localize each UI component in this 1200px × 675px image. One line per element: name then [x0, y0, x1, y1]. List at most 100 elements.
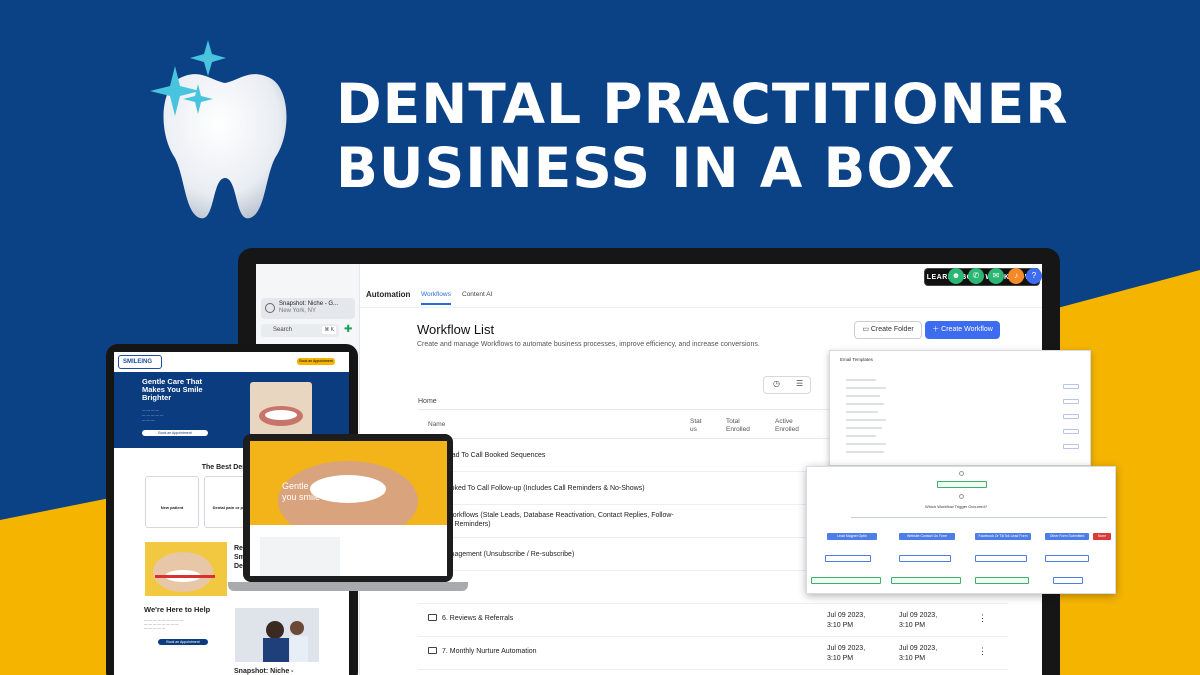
- row-created: Jul 09 2023, 3:10 PM: [827, 612, 866, 629]
- tab-content-ai[interactable]: Content AI: [462, 291, 492, 298]
- help-paragraph: — — — — — — — — — — — — — — — — — — — — — …: [144, 618, 184, 630]
- folder-icon: [428, 614, 437, 621]
- promo-banner: DENTAL PRACTITIONER BUSINESS IN A BOX Sn…: [0, 0, 1200, 675]
- action-node[interactable]: [1045, 555, 1089, 562]
- template-row: [846, 451, 884, 453]
- location-icon: [265, 303, 275, 313]
- template-action-button[interactable]: [1063, 414, 1079, 419]
- action-node[interactable]: [825, 555, 871, 562]
- folder-icon: [428, 647, 437, 654]
- users-icon[interactable]: ☻: [948, 268, 964, 284]
- email-templates-card: Email Templates: [829, 350, 1091, 466]
- search-shortcut: ⌘ K: [322, 326, 336, 334]
- search-input[interactable]: Search ⌘ K: [261, 324, 339, 337]
- create-workflow-button[interactable]: ＋ Create Workflow: [925, 321, 1000, 339]
- template-row: [846, 435, 876, 437]
- hero-subtitle: — — — — — — — — — — — —: [142, 408, 164, 422]
- add-node-icon[interactable]: [959, 494, 964, 499]
- trigger-question: Which Workflow Trigger Occurred?: [925, 504, 987, 509]
- bell-icon[interactable]: ♪: [1008, 268, 1024, 284]
- create-folder-button[interactable]: ▭ Create Folder: [854, 321, 922, 339]
- smile-photo: [250, 382, 312, 436]
- clock-icon[interactable]: ◷: [773, 379, 780, 388]
- add-node-icon[interactable]: [959, 471, 964, 476]
- hero-book-button[interactable]: Book an Appointment: [142, 430, 208, 436]
- template-action-button[interactable]: [1063, 429, 1079, 434]
- snapshot-caption: Snapshot: Niche -: [234, 668, 294, 675]
- phone-icon[interactable]: ✆: [968, 268, 984, 284]
- notification-node[interactable]: [811, 577, 881, 584]
- template-action-button[interactable]: [1063, 384, 1079, 389]
- action-node[interactable]: [899, 555, 951, 562]
- branch-head[interactable]: Other Form Submitted: [1045, 533, 1089, 540]
- laptop-hero: Gentle care that makes you smile brighte…: [250, 441, 447, 525]
- workflow-builder-card: Which Workflow Trigger Occurred? Lead Ma…: [806, 466, 1116, 594]
- email-templates-title: Email Templates: [840, 357, 873, 362]
- row-name: Misc. Workflows (Stale Leads, Database R…: [428, 512, 674, 528]
- branch-head[interactable]: Website Contact Us Form: [899, 533, 955, 540]
- template-action-button[interactable]: [1063, 399, 1079, 404]
- branch-head[interactable]: Facebook Or TikTok Lead Form: [975, 533, 1031, 540]
- quick-add-icon[interactable]: ✚: [344, 324, 352, 336]
- snapshot-location: New York, NY: [279, 308, 317, 314]
- header-book-button[interactable]: Book an Appointment: [297, 358, 335, 365]
- card-title: New patient: [160, 505, 184, 510]
- notification-node[interactable]: [891, 577, 961, 584]
- template-action-button[interactable]: [1063, 444, 1079, 449]
- snapshot-switcher[interactable]: Snapshot: Niche - G... New York, NY: [261, 298, 355, 319]
- table-row[interactable]: 6. Reviews & Referrals Jul 09 2023, 3:10…: [418, 604, 1008, 637]
- service-card[interactable]: New patient: [145, 476, 199, 528]
- more-icon[interactable]: ⋮: [978, 646, 987, 657]
- create-folder-label: Create Folder: [870, 326, 914, 333]
- top-bar: LEARN ABOUT WORKFLOWS: [360, 264, 1042, 290]
- branch-none[interactable]: None: [1093, 533, 1111, 540]
- page-description: Create and manage Workflows to automate …: [417, 341, 760, 348]
- template-row: [846, 411, 878, 413]
- template-row: [846, 379, 876, 381]
- list-icon[interactable]: ☰: [796, 379, 803, 388]
- laptop-base: [228, 582, 468, 591]
- row-name: Call Booked To Call Follow-up (Includes …: [428, 485, 645, 492]
- col-name[interactable]: Name: [428, 421, 445, 429]
- template-row: [846, 395, 880, 397]
- help-heading: We're Here to Help: [144, 605, 211, 614]
- row-created: Jul 09 2023, 3:10 PM: [827, 645, 866, 662]
- action-node[interactable]: [975, 555, 1027, 562]
- row-name: 6. Reviews & Referrals: [442, 615, 514, 622]
- headline-line-1: DENTAL PRACTITIONER: [336, 72, 1069, 136]
- row-updated: Jul 09 2023, 3:10 PM: [899, 645, 938, 662]
- hero-title: Gentle Care That Makes You Smile Brighte…: [142, 377, 203, 402]
- section-title: Automation: [366, 290, 411, 299]
- template-row: [846, 427, 882, 429]
- row-updated: Jul 09 2023, 3:10 PM: [899, 612, 938, 629]
- row-name: 7. Monthly Nurture Automation: [442, 648, 537, 655]
- laptop-hero-text: Gentle care that makes you smile brighte…: [282, 481, 376, 502]
- goto-node[interactable]: [1053, 577, 1083, 584]
- branch-head[interactable]: Lead Magnet Optin: [827, 533, 877, 540]
- col-active-enrolled[interactable]: Active Enrolled: [775, 418, 805, 434]
- more-icon[interactable]: ⋮: [978, 613, 987, 624]
- site-header: SMILEING Book an Appointment: [114, 352, 349, 372]
- view-toggle[interactable]: ◷ ☰: [763, 376, 811, 394]
- template-row: [846, 419, 886, 421]
- trigger-node[interactable]: [937, 481, 987, 488]
- snapshot-title: Snapshot: Niche - G...: [279, 301, 339, 307]
- template-row: [846, 403, 884, 405]
- breadcrumb[interactable]: Home: [418, 398, 437, 405]
- megaphone-icon[interactable]: ✉: [988, 268, 1004, 284]
- template-row: [846, 387, 886, 389]
- notification-node[interactable]: [975, 577, 1029, 584]
- tab-workflows[interactable]: Workflows: [421, 291, 451, 305]
- col-total-enrolled[interactable]: Total Enrolled: [726, 418, 756, 434]
- headline-line-2: BUSINESS IN A BOX: [336, 136, 956, 200]
- page-title: Workflow List: [417, 322, 495, 337]
- tooth-sparkle-icon: [150, 40, 287, 219]
- col-status[interactable]: Stat us: [690, 418, 706, 434]
- table-row[interactable]: 7. Monthly Nurture Automation Jul 09 202…: [418, 637, 1008, 670]
- help-icon[interactable]: ?: [1026, 268, 1042, 284]
- team-photo: [235, 608, 319, 662]
- help-book-button[interactable]: Book an Appointment: [158, 639, 208, 645]
- headline: DENTAL PRACTITIONER BUSINESS IN A BOX: [336, 72, 1069, 200]
- toothbrush-photo: [145, 542, 227, 596]
- top-nav: Automation Workflows Content AI: [360, 290, 1042, 308]
